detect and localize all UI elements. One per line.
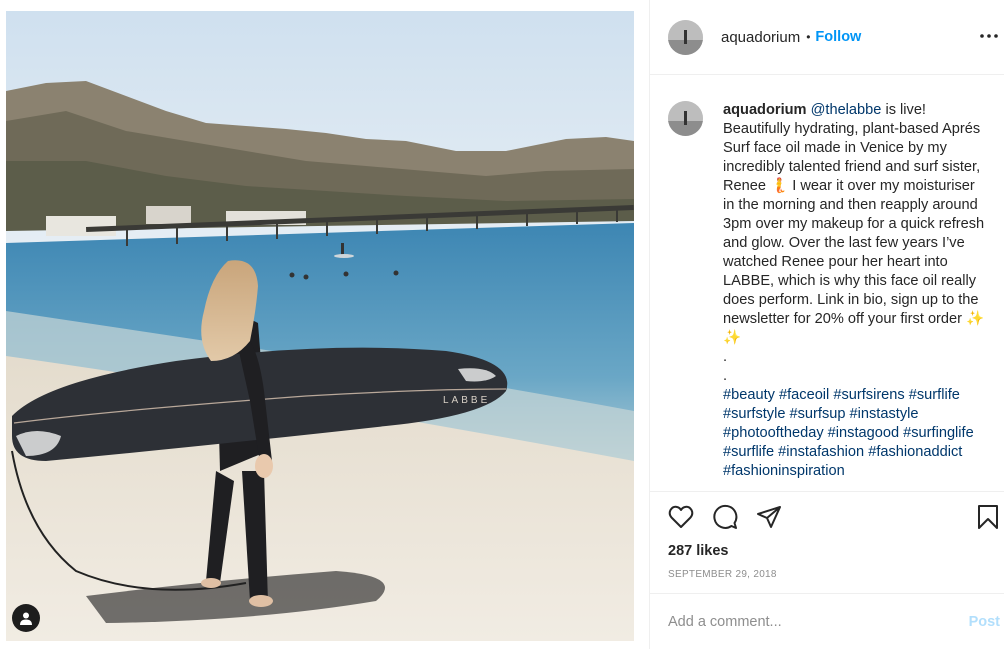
caption-body: is live! Beautifully hydrating, plant-ba… [723, 102, 985, 346]
user-tag-icon[interactable] [12, 604, 40, 632]
follow-button[interactable]: Follow [815, 29, 861, 45]
likes-count[interactable]: 287 likes [668, 543, 728, 559]
heart-icon[interactable] [667, 503, 695, 531]
post-photo[interactable]: LABBE [6, 11, 634, 641]
share-icon[interactable] [755, 503, 783, 531]
avatar[interactable] [668, 19, 703, 55]
caption-area: aquadorium @thelabbe is live! Beautifull… [650, 76, 1004, 490]
beach-surfer-image: LABBE [6, 11, 634, 641]
separator-dot: • [806, 30, 811, 44]
caption-avatar[interactable] [668, 101, 703, 136]
header-username[interactable]: aquadorium [721, 29, 800, 46]
caption-dot-2: . [723, 368, 728, 384]
comment-input[interactable] [668, 613, 958, 630]
caption-hashtags[interactable]: #beauty #faceoil #surfsirens #surflife #… [723, 386, 986, 481]
action-icons [667, 503, 783, 531]
more-options-icon[interactable] [979, 26, 999, 46]
post-actions: 287 likes SEPTEMBER 29, 2018 [650, 491, 1004, 593]
caption-row: aquadorium @thelabbe is live! Beautifull… [668, 101, 986, 481]
post-date[interactable]: SEPTEMBER 29, 2018 [668, 569, 777, 580]
caption-mention[interactable]: @thelabbe [811, 102, 882, 118]
bookmark-icon[interactable] [974, 503, 1002, 531]
board-brand-text: LABBE [443, 395, 490, 406]
caption-text: aquadorium @thelabbe is live! Beautifull… [723, 101, 986, 481]
comment-icon[interactable] [711, 503, 739, 531]
post-side-panel: aquadorium • Follow aquadorium @thelabbe… [649, 0, 1004, 649]
post-comment-button[interactable]: Post [969, 614, 1000, 630]
post-header: aquadorium • Follow [650, 0, 1004, 75]
caption-author[interactable]: aquadorium [723, 102, 807, 118]
caption-dot-1: . [723, 349, 728, 365]
comment-bar: Post [650, 593, 1004, 649]
